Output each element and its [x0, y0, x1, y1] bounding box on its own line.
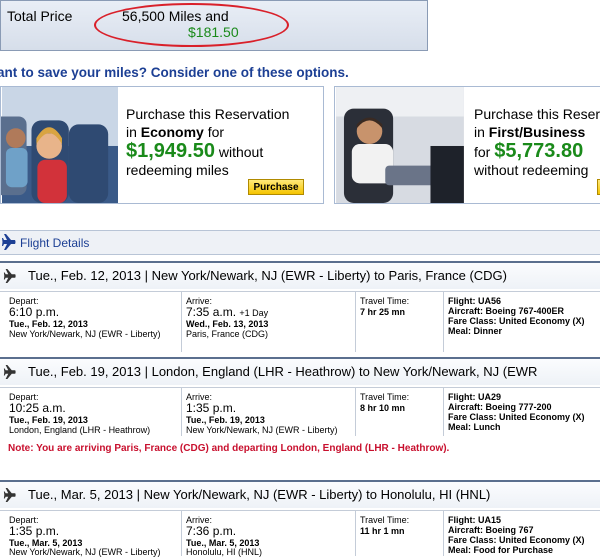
promo-first-line1: Purchase this Reser	[474, 106, 600, 122]
promo-economy-without: without	[214, 144, 264, 160]
purchase-economy-button[interactable]: Purchase	[248, 179, 304, 195]
segment-route: Tue., Feb. 19, 2013 | London, England (L…	[28, 364, 538, 379]
travel-time-label: Travel Time:	[360, 392, 410, 402]
arrive-place: Paris, France (CDG)	[186, 329, 269, 339]
depart-time: 10:25 a.m.	[9, 401, 66, 415]
promo-economy-in: in	[126, 124, 141, 140]
total-price-bar: Total Price 56,500 Miles and $181.50	[0, 0, 428, 51]
column-divider	[181, 292, 182, 352]
travel-time: 11 hr 1 mn	[360, 526, 405, 536]
segment-details: Depart: 1:35 p.m. Tue., Mar. 5, 2013 New…	[0, 510, 600, 557]
total-price-label: Total Price	[7, 8, 73, 24]
segment-route: Tue., Feb. 12, 2013 | New York/Newark, N…	[28, 268, 507, 283]
travel-time: 7 hr 25 mn	[360, 307, 406, 317]
airplane-icon	[3, 269, 16, 283]
column-divider	[355, 511, 356, 556]
depart-place: London, England (LHR - Heathrow)	[9, 425, 151, 435]
flight-number: Flight: UA15	[448, 515, 501, 525]
travel-time-label: Travel Time:	[360, 515, 410, 525]
column-divider	[443, 292, 444, 352]
promo-economy-cabin: Economy	[140, 124, 204, 140]
flight-number: Flight: UA56	[448, 296, 501, 306]
segment-header: Tue., Feb. 12, 2013 | New York/Newark, N…	[0, 261, 600, 289]
arrive-place: Honolulu, HI (HNL)	[186, 547, 263, 557]
column-divider	[443, 511, 444, 556]
promo-economy-line1: Purchase this Reservation	[126, 106, 290, 122]
arrive-time: 7:36 p.m.	[186, 524, 237, 538]
segment-route: Tue., Mar. 5, 2013 | New York/Newark, NJ…	[28, 487, 491, 502]
depart-date: Tue., Feb. 12, 2013	[9, 319, 88, 329]
aircraft: Aircraft: Boeing 767-400ER	[448, 306, 565, 316]
aircraft: Aircraft: Boeing 767	[448, 525, 534, 535]
segment-header: Tue., Feb. 19, 2013 | London, England (L…	[0, 357, 600, 385]
highlight-circle	[94, 3, 289, 47]
column-divider	[355, 388, 356, 436]
column-divider	[181, 388, 182, 436]
promo-first-business: Purchase this Reser in First/Business fo…	[334, 86, 600, 204]
fare-class: Fare Class: United Economy (X)	[448, 412, 585, 422]
arrive-day-offset: +1 Day	[239, 308, 269, 318]
arrive-date: Wed., Feb. 13, 2013	[186, 319, 269, 329]
promo-economy-line4: redeeming miles	[126, 162, 229, 178]
depart-date: Tue., Feb. 19, 2013	[9, 415, 88, 425]
economy-passengers-photo	[1, 87, 118, 203]
airplane-icon	[3, 488, 16, 502]
airplane-icon	[2, 234, 16, 250]
flight-details-header: Flight Details	[0, 230, 600, 255]
depart-time: 1:35 p.m.	[9, 524, 60, 538]
fare-class: Fare Class: United Economy (X)	[448, 535, 585, 545]
segment-header: Tue., Mar. 5, 2013 | New York/Newark, NJ…	[0, 480, 600, 508]
business-passenger-photo	[336, 87, 464, 203]
airplane-icon	[3, 365, 16, 379]
promo-first-in: in	[474, 124, 489, 140]
promo-first-line4: without redeeming	[474, 162, 589, 178]
arrive-date: Tue., Feb. 19, 2013	[186, 415, 265, 425]
promo-first-for: for	[474, 144, 495, 160]
column-divider	[355, 292, 356, 352]
promo-first-cabin: First/Business	[488, 124, 586, 140]
meal: Meal: Lunch	[448, 422, 501, 432]
arrive-time: 1:35 p.m.	[186, 401, 237, 415]
arrive-time: 7:35 a.m.	[186, 305, 237, 319]
meal: Meal: Food for Purchase	[448, 545, 554, 555]
depart-place: New York/Newark, NJ (EWR - Liberty)	[9, 547, 161, 557]
connection-note: Note: You are arriving Paris, France (CD…	[8, 443, 450, 454]
promo-economy-for: for	[203, 124, 225, 140]
travel-time: 8 hr 10 mn	[360, 403, 406, 413]
promo-economy-price: $1,949.50	[126, 140, 215, 162]
depart-time: 6:10 p.m.	[9, 305, 60, 319]
aircraft: Aircraft: Boeing 777-200	[448, 402, 552, 412]
fare-class: Fare Class: United Economy (X)	[448, 316, 585, 326]
travel-time-label: Travel Time:	[360, 296, 410, 306]
column-divider	[443, 388, 444, 436]
arrive-place: New York/Newark, NJ (EWR - Liberty)	[186, 425, 338, 435]
flight-details-title[interactable]: Flight Details	[20, 236, 89, 250]
segment-details: Depart: 10:25 a.m. Tue., Feb. 19, 2013 L…	[0, 387, 600, 436]
promo-economy: Purchase this Reservation in Economy for…	[0, 86, 324, 204]
save-miles-prompt: ant to save your miles? Consider one of …	[0, 65, 349, 80]
meal: Meal: Dinner	[448, 326, 503, 336]
flight-number: Flight: UA29	[448, 392, 501, 402]
segment-details: Depart: 6:10 p.m. Tue., Feb. 12, 2013 Ne…	[0, 291, 600, 352]
depart-place: New York/Newark, NJ (EWR - Liberty)	[9, 329, 161, 339]
promo-first-price: $5,773.80	[494, 140, 584, 162]
column-divider	[181, 511, 182, 556]
